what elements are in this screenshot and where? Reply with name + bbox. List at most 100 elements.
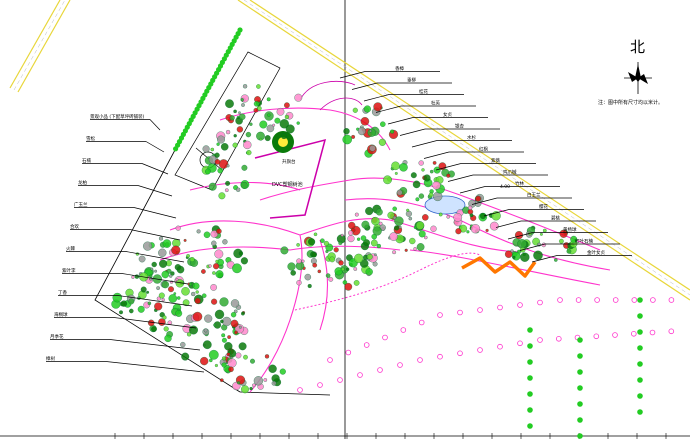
tree-symbol [149, 274, 153, 278]
plant-label: 紫薇 [491, 157, 500, 164]
tree-symbol [369, 129, 372, 133]
tree-symbol [162, 315, 167, 320]
tree-symbol [164, 334, 172, 343]
tree-symbol [510, 249, 514, 253]
row-tree [577, 369, 583, 375]
row-tree [345, 349, 352, 356]
tree-symbol [221, 356, 227, 361]
tree-symbol [195, 290, 199, 294]
tree-symbol [225, 180, 231, 186]
tree-symbol [341, 267, 345, 272]
plant-label: 紫叶李 [62, 267, 76, 274]
tree-symbol [363, 105, 371, 113]
tree-symbol [307, 283, 312, 289]
tree-symbol [347, 235, 355, 243]
row-tree [497, 304, 503, 311]
north-arrow-icon [624, 62, 652, 94]
tree-symbol [186, 254, 190, 258]
tree-symbol [218, 192, 226, 200]
tree-symbol [512, 255, 516, 259]
tree-symbol [469, 213, 474, 218]
row-tree [357, 372, 363, 378]
tree-symbol [296, 243, 300, 247]
tree-symbol [296, 121, 300, 125]
leader-line [145, 141, 165, 153]
tree-symbol [308, 238, 316, 246]
row-tree [637, 361, 643, 367]
tree-symbol [224, 188, 229, 193]
tree-symbol [161, 270, 170, 279]
tree-symbol [423, 174, 431, 182]
tree-symbol [475, 195, 482, 202]
tree-symbol [413, 247, 417, 251]
plant-label: 水杉 [467, 134, 476, 141]
tree-symbol [208, 349, 219, 360]
tree-symbol [342, 134, 352, 145]
leader-line [399, 128, 426, 136]
tree-symbol [227, 335, 231, 339]
row-tree [577, 401, 583, 407]
tree-symbol [418, 193, 425, 199]
tree-symbol [237, 381, 241, 385]
tree-symbol [325, 273, 331, 278]
tree-symbol [356, 237, 361, 241]
tree-symbol [202, 145, 210, 153]
tree-symbol [415, 221, 425, 230]
row-tree [527, 407, 533, 413]
tree-symbol [489, 221, 499, 231]
tree-symbol [354, 253, 364, 264]
tree-symbol [243, 140, 252, 150]
row-tree [577, 433, 583, 439]
building-outline [254, 138, 327, 219]
tree-symbol [256, 84, 261, 89]
tree-symbol [216, 228, 222, 234]
tree-symbol [191, 291, 196, 297]
tree-symbol [428, 192, 434, 198]
plant-label: 金叶女贞 [587, 249, 605, 256]
tree-symbol [241, 311, 245, 316]
tree-symbol [212, 271, 216, 275]
leader-line [105, 361, 205, 373]
row-tree [527, 375, 533, 381]
leader-line [129, 229, 181, 241]
tree-symbol [438, 212, 443, 217]
row-tree [575, 297, 582, 303]
tree-symbol [470, 224, 481, 234]
drawing-note: 注：图中所有尺寸均以米计。 [598, 99, 663, 106]
tree-symbol [137, 305, 145, 313]
tree-symbol [225, 99, 234, 109]
plant-label: 垂柳 [407, 77, 416, 84]
tree-symbol [180, 341, 186, 348]
tree-symbol [271, 374, 280, 383]
row-tree [517, 302, 523, 308]
road-left [9, 0, 71, 93]
tree-symbol [267, 113, 271, 117]
tree-symbol [406, 208, 410, 212]
tree-symbol [285, 124, 295, 134]
row-tree [668, 297, 675, 303]
tree-symbol [147, 319, 155, 327]
tree-symbol [240, 98, 244, 102]
tree-symbol [225, 129, 231, 135]
tree-symbol [129, 308, 134, 314]
row-tree [649, 329, 656, 336]
tree-symbol [424, 235, 428, 240]
tree-symbol [238, 113, 246, 121]
tree-symbol [163, 326, 169, 332]
leader-line [109, 339, 201, 351]
bvc-label: DVC塑钢树池 [272, 181, 303, 188]
tree-symbol [313, 232, 318, 237]
tree-symbol [365, 206, 374, 216]
tree-symbol [140, 286, 147, 293]
tree-symbol [453, 213, 463, 222]
row-tree [577, 337, 583, 343]
tree-symbol [120, 300, 128, 307]
row-tree [517, 340, 523, 347]
tree-symbol [161, 298, 165, 302]
tree-symbol [161, 280, 169, 289]
row-tree [668, 328, 675, 335]
tree-symbol [234, 330, 238, 335]
tree-symbol [392, 215, 397, 220]
row-tree [527, 343, 533, 349]
tree-symbol [128, 298, 135, 305]
